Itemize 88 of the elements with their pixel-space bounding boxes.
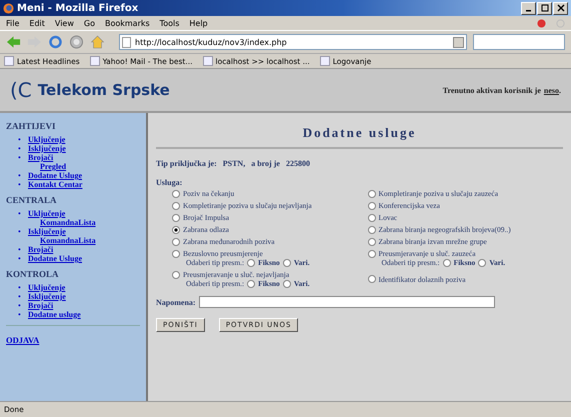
services-label: Usluga: — [156, 178, 184, 187]
radio-button[interactable] — [247, 258, 256, 266]
radio-button[interactable] — [368, 275, 376, 283]
bullet: • — [18, 227, 21, 236]
radio-button[interactable] — [172, 270, 180, 278]
stop-icon[interactable] — [69, 35, 84, 49]
radio-button[interactable] — [172, 202, 180, 210]
sidebar-link[interactable]: Pregled — [40, 162, 66, 171]
stop-icon — [537, 18, 546, 28]
radio-button[interactable] — [172, 250, 180, 258]
sidebar-link[interactable]: Dodatne Usluge — [28, 254, 82, 263]
bullet: • — [18, 310, 21, 319]
back-icon[interactable] — [6, 35, 21, 49]
menu-item[interactable]: Edit — [29, 18, 45, 28]
logo-mark: (C — [10, 78, 32, 102]
radio-button[interactable] — [172, 238, 180, 246]
section-heading: ZAHTIJEVI — [6, 121, 57, 131]
sidebar-link[interactable]: Isključenje — [28, 292, 66, 301]
radio-button[interactable] — [368, 202, 376, 210]
sidebar-link[interactable]: Uključenje — [28, 135, 66, 144]
radio-button[interactable] — [368, 238, 376, 246]
menu-item[interactable]: View — [54, 18, 74, 28]
radio-button[interactable] — [172, 226, 180, 234]
minimize-button[interactable] — [521, 2, 536, 14]
close-button[interactable] — [553, 2, 568, 14]
period-text: . — [559, 86, 561, 94]
sidebar-link[interactable]: Dodatne usluge — [28, 310, 81, 319]
bullet: • — [18, 283, 21, 292]
phone-number: 225800 — [286, 159, 310, 168]
search-field[interactable] — [473, 34, 565, 50]
note-label: Napomena: — [156, 298, 196, 306]
user-link[interactable]: neso — [544, 86, 559, 94]
bullet: • — [18, 135, 21, 144]
bullet: • — [18, 245, 21, 254]
note-field[interactable] — [198, 296, 495, 308]
throbber-icon — [556, 18, 565, 28]
section-heading: CENTRALA — [6, 195, 58, 205]
bullet: • — [18, 254, 21, 263]
connection-type: PSTN, — [222, 159, 246, 168]
connection-label: Tip priključka je: — [156, 159, 217, 168]
radio-button[interactable] — [368, 214, 376, 222]
user-text: Trenutno aktivan korisnik je — [442, 86, 541, 94]
logout-link[interactable]: ODJAVA — [6, 335, 40, 345]
radio-button[interactable] — [282, 280, 291, 288]
sidebar-link[interactable]: Brojači — [28, 153, 54, 162]
sidebar-link[interactable]: Kontakt Centar — [28, 180, 82, 189]
logo-text: Telekom Srpske — [38, 81, 170, 99]
sidebar-link[interactable]: Brojači — [28, 301, 54, 310]
window-title: Meni - Mozilla Firefox — [17, 2, 138, 14]
bullet: • — [18, 171, 21, 180]
sidebar-link[interactable]: KomandnaLista — [40, 218, 96, 227]
bullet: • — [18, 292, 21, 301]
reload-icon[interactable] — [48, 35, 63, 49]
menu-item[interactable]: Tools — [160, 18, 180, 28]
sidebar-link[interactable]: Dodatne Usluge — [28, 171, 82, 180]
address-field[interactable]: http://localhost/kuduz/nov3/index.php — [119, 34, 467, 50]
menu-item[interactable]: Help — [189, 18, 208, 28]
sidebar-link[interactable]: Brojači — [28, 245, 54, 254]
maximize-button[interactable] — [537, 2, 552, 14]
browser-icon — [3, 2, 14, 14]
sidebar-link[interactable]: Isključenje — [28, 227, 66, 236]
menu-item[interactable]: Bookmarks — [104, 18, 150, 28]
home-icon[interactable] — [90, 35, 105, 49]
sidebar-link[interactable]: Uključenje — [28, 209, 66, 218]
bullet: • — [18, 209, 21, 218]
bullet: • — [18, 301, 21, 310]
radio-button[interactable] — [368, 226, 376, 234]
radio-button[interactable] — [368, 250, 376, 258]
radio-button[interactable] — [442, 258, 451, 266]
radio-button[interactable] — [282, 258, 291, 266]
radio-button[interactable] — [172, 214, 180, 222]
radio-button[interactable] — [172, 190, 180, 198]
page-title: Dodatne usluge — [302, 124, 418, 142]
close-icon — [556, 4, 564, 12]
maximize-icon — [540, 4, 548, 12]
sidebar-link[interactable]: Uključenje — [28, 283, 66, 292]
sidebar-link[interactable]: KomandnaLista — [40, 236, 96, 245]
radio-button[interactable] — [368, 190, 376, 198]
menu-item[interactable]: File — [6, 18, 20, 28]
bullet: • — [18, 180, 21, 189]
bullet: • — [18, 153, 21, 162]
menu-item[interactable]: Go — [84, 18, 95, 28]
radio-button[interactable] — [478, 258, 486, 266]
number-label: a broj je — [251, 159, 280, 168]
bullet: • — [18, 144, 21, 153]
sidebar-link[interactable]: Isključenje — [28, 144, 66, 153]
radio-button[interactable] — [247, 280, 256, 288]
section-heading: KONTROLA — [6, 269, 60, 279]
